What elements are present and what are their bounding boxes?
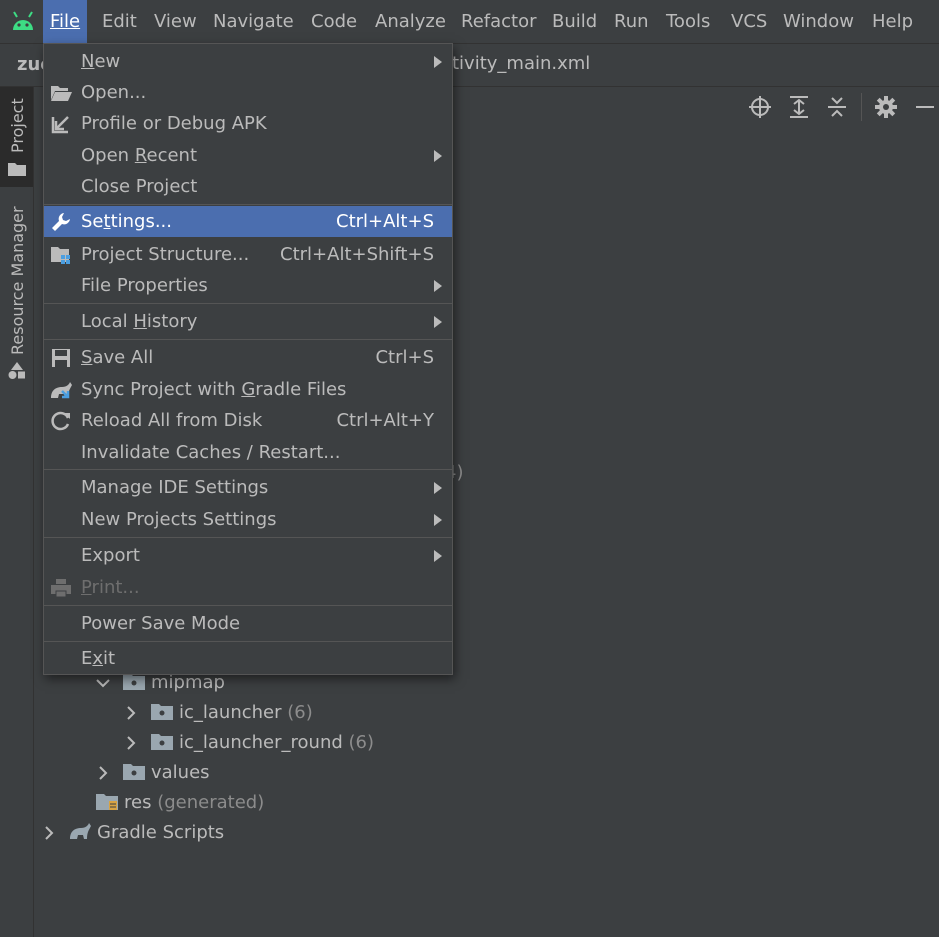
expand-all-icon[interactable] <box>787 95 811 119</box>
project-tool-button[interactable]: Project <box>0 87 33 187</box>
gear-icon[interactable] <box>874 95 898 119</box>
submenu-arrow-icon <box>434 280 442 292</box>
shortcut: Ctrl+Alt+Shift+S <box>280 244 434 265</box>
shortcut: Ctrl+S <box>375 347 434 368</box>
minimize-icon[interactable] <box>913 95 937 119</box>
menu-item-new-projects-settings[interactable]: New Projects Settings <box>44 504 452 535</box>
chevron-right-icon[interactable] <box>96 766 110 780</box>
file-menu-dropdown: New Open... Profile or Debug APK Open Re… <box>43 43 453 675</box>
tree-label: res <box>124 792 152 813</box>
chevron-down-icon[interactable] <box>96 676 110 690</box>
locate-icon[interactable] <box>748 95 772 119</box>
submenu-arrow-icon <box>434 56 442 68</box>
tree-count: (generated) <box>157 792 265 813</box>
resource-manager-icon <box>8 362 25 379</box>
menu-vcs[interactable]: VCS <box>724 0 774 43</box>
menu-separator <box>44 537 452 538</box>
collapse-all-icon[interactable] <box>825 95 849 119</box>
tree-label: values <box>151 762 210 783</box>
resource-manager-label: Resource Manager <box>8 206 27 355</box>
printer-icon <box>51 579 71 598</box>
menu-file[interactable]: File <box>43 0 88 43</box>
menu-item-print: Print... <box>44 572 452 603</box>
menu-tools[interactable]: Tools <box>659 0 717 43</box>
submenu-arrow-icon <box>434 514 442 526</box>
project-tool-label: Project <box>8 98 27 153</box>
toolbar-divider <box>861 93 862 121</box>
shortcut: Ctrl+Alt+S <box>336 211 434 232</box>
submenu-arrow-icon <box>434 550 442 562</box>
menu-navigate[interactable]: Navigate <box>206 0 301 43</box>
menu-window[interactable]: Window <box>776 0 861 43</box>
menu-item-sync-gradle[interactable]: Sync Project with Gradle Files <box>44 374 452 405</box>
menu-separator <box>44 469 452 470</box>
menu-item-profile-debug-apk[interactable]: Profile or Debug APK <box>44 108 452 139</box>
shortcut: Ctrl+Alt+Y <box>336 410 434 431</box>
menu-item-invalidate-caches[interactable]: Invalidate Caches / Restart... <box>44 437 452 468</box>
menu-file-label: File <box>50 11 81 32</box>
chevron-right-icon[interactable] <box>124 706 138 720</box>
menu-analyze[interactable]: Analyze <box>368 0 453 43</box>
menu-run[interactable]: Run <box>607 0 656 43</box>
save-icon <box>52 349 70 367</box>
menu-separator <box>44 339 452 340</box>
menu-build[interactable]: Build <box>545 0 604 43</box>
gradle-icon <box>70 823 91 839</box>
menu-help[interactable]: Help <box>865 0 920 43</box>
menu-edit[interactable]: Edit <box>95 0 144 43</box>
refresh-icon <box>51 411 70 431</box>
wrench-icon <box>52 213 70 231</box>
menu-separator <box>44 204 452 205</box>
tree-label: ic_launcher <box>179 702 282 723</box>
menu-item-export[interactable]: Export <box>44 540 452 571</box>
menu-item-open-recent[interactable]: Open Recent <box>44 140 452 171</box>
chevron-right-icon[interactable] <box>124 736 138 750</box>
gradle-sync-icon <box>51 382 72 399</box>
tree-count: (6) <box>348 732 375 753</box>
left-tool-stripe: Project Resource Manager <box>0 87 34 937</box>
menu-refactor[interactable]: Refactor <box>454 0 544 43</box>
menu-item-local-history[interactable]: Local History <box>44 306 452 337</box>
submenu-arrow-icon <box>434 482 442 494</box>
menu-code[interactable]: Code <box>304 0 364 43</box>
menu-separator <box>44 303 452 304</box>
folder-icon <box>8 163 26 176</box>
editor-file-tab[interactable]: tivity_main.xml <box>452 53 590 74</box>
submenu-arrow-icon <box>434 316 442 328</box>
menu-separator <box>44 641 452 642</box>
generated-folder-icon <box>96 794 118 810</box>
menu-item-new[interactable]: New <box>44 46 452 77</box>
menu-item-settings[interactable]: Settings... Ctrl+Alt+S <box>44 206 452 237</box>
menu-item-reload-from-disk[interactable]: Reload All from Disk Ctrl+Alt+Y <box>44 405 452 436</box>
folder-icon <box>151 704 173 720</box>
menu-item-open[interactable]: Open... <box>44 77 452 108</box>
menu-item-project-structure[interactable]: Project Structure... Ctrl+Alt+Shift+S <box>44 239 452 270</box>
menu-item-manage-ide-settings[interactable]: Manage IDE Settings <box>44 472 452 503</box>
import-arrow-icon <box>51 116 69 134</box>
menubar: File Edit View Navigate Code Analyze Ref… <box>0 0 939 44</box>
tree-label: Gradle Scripts <box>97 822 225 843</box>
menu-separator <box>44 605 452 606</box>
folder-icon <box>151 734 173 750</box>
project-structure-icon <box>51 247 70 264</box>
android-logo-icon <box>13 11 33 30</box>
tree-label: ic_launcher_round <box>179 732 343 753</box>
tree-count: (6) <box>287 702 313 723</box>
menu-item-exit[interactable]: Exit <box>44 643 452 674</box>
menu-view[interactable]: View <box>147 0 204 43</box>
tree-label: mipmap <box>151 672 225 693</box>
open-folder-icon <box>51 86 72 101</box>
menu-item-power-save-mode[interactable]: Power Save Mode <box>44 608 452 639</box>
menu-item-file-properties[interactable]: File Properties <box>44 270 452 301</box>
folder-icon <box>123 764 145 780</box>
chevron-right-icon[interactable] <box>42 826 56 840</box>
menu-item-close-project[interactable]: Close Project <box>44 171 452 202</box>
submenu-arrow-icon <box>434 150 442 162</box>
resource-manager-tool-button[interactable]: Resource Manager <box>0 206 33 387</box>
menu-item-save-all[interactable]: Save All Ctrl+S <box>44 342 452 373</box>
project-panel-toolbar <box>739 87 939 127</box>
